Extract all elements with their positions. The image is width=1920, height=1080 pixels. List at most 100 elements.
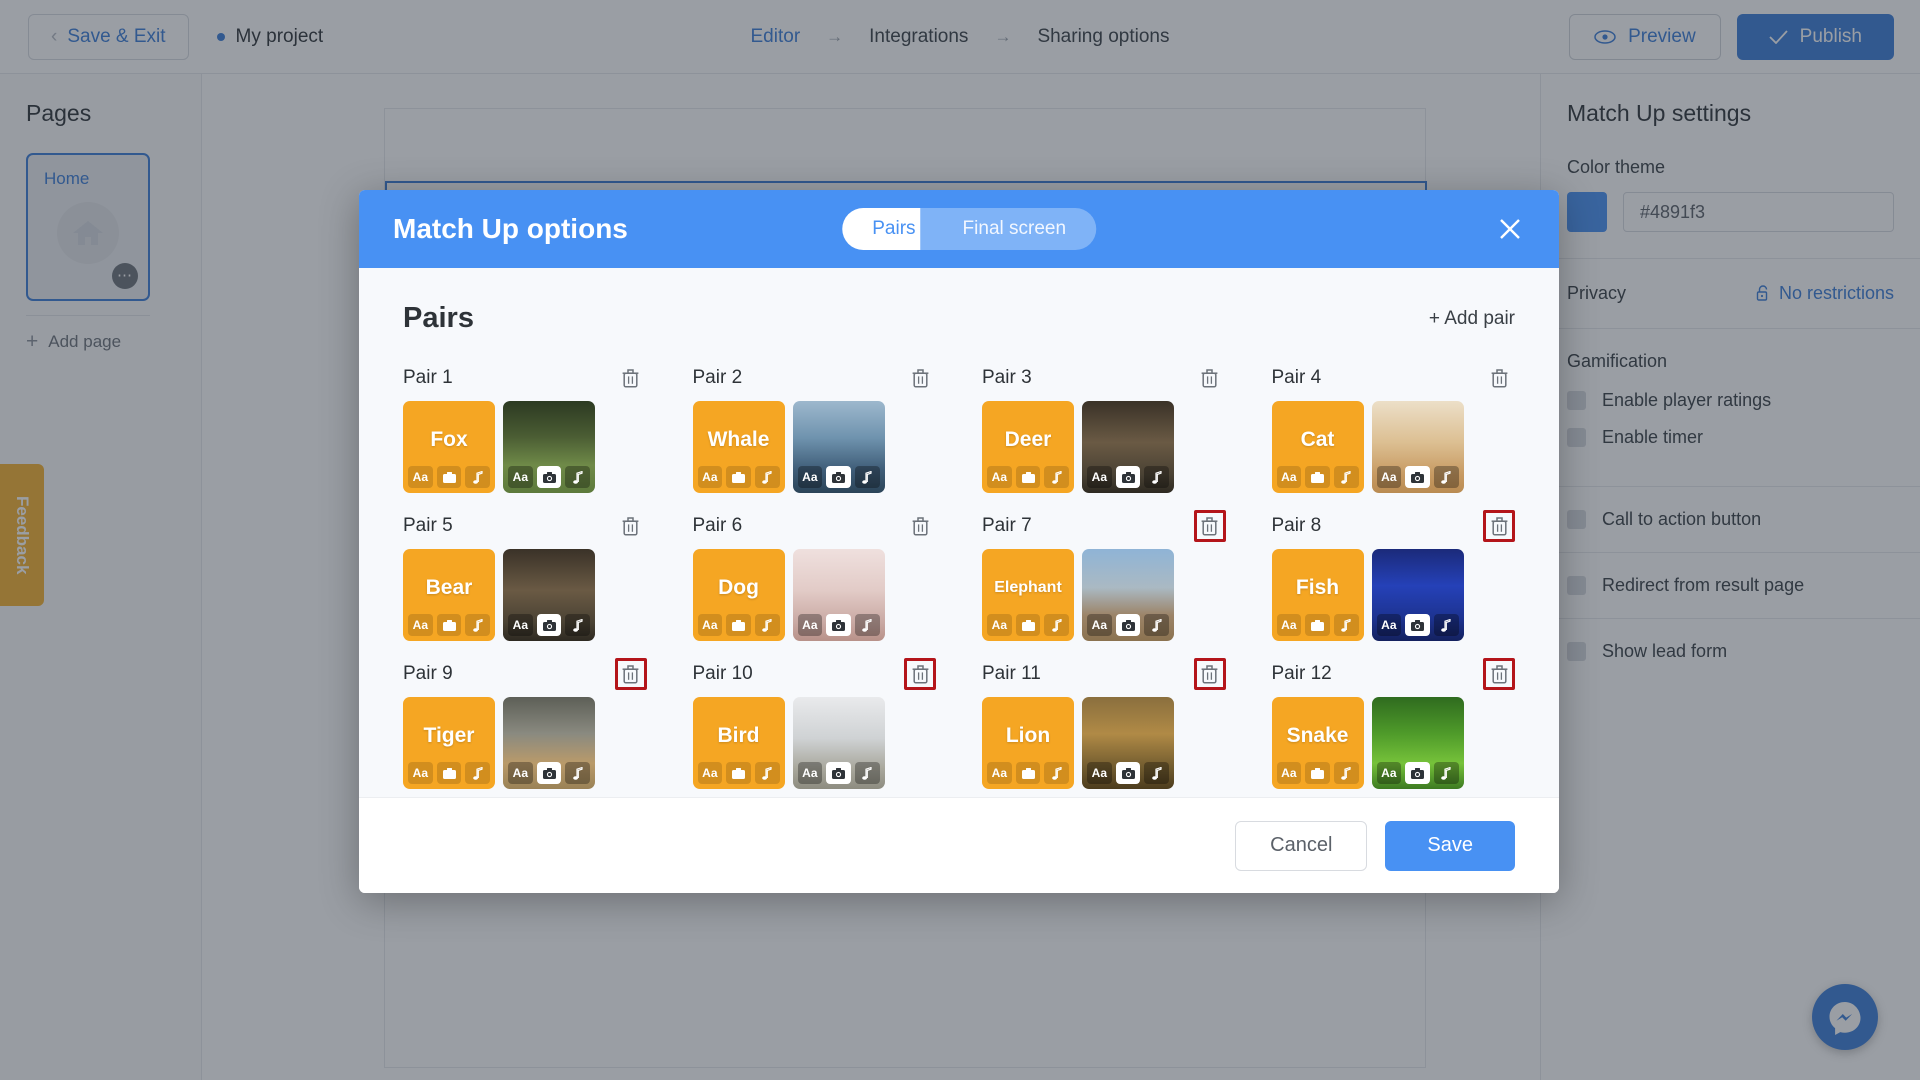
type-camera-icon[interactable] — [1305, 762, 1330, 784]
type-music-icon[interactable] — [1334, 762, 1359, 784]
type-camera-icon[interactable] — [537, 614, 562, 636]
delete-pair-icon[interactable] — [618, 513, 644, 539]
type-text-icon[interactable]: Aa — [698, 466, 723, 488]
pair-image-card[interactable]: Aa — [503, 401, 595, 493]
pair-image-card[interactable]: Aa — [793, 401, 885, 493]
type-music-icon[interactable] — [1044, 614, 1069, 636]
type-text-icon[interactable]: Aa — [1377, 762, 1402, 784]
delete-pair-icon[interactable] — [1486, 513, 1512, 539]
delete-pair-icon[interactable] — [907, 661, 933, 687]
type-text-icon[interactable]: Aa — [987, 466, 1012, 488]
pair-image-card[interactable]: Aa — [1082, 549, 1174, 641]
pair-word-card[interactable]: BirdAa — [693, 697, 785, 789]
delete-pair-icon[interactable] — [1486, 365, 1512, 391]
type-music-icon[interactable] — [465, 762, 490, 784]
type-camera-icon[interactable] — [1016, 466, 1041, 488]
type-camera-icon[interactable] — [1116, 762, 1141, 784]
pair-image-card[interactable]: Aa — [1082, 697, 1174, 789]
type-camera-icon[interactable] — [826, 614, 851, 636]
type-camera-icon[interactable] — [1305, 466, 1330, 488]
pair-image-card[interactable]: Aa — [1372, 401, 1464, 493]
type-music-icon[interactable] — [855, 614, 880, 636]
type-camera-icon[interactable] — [1016, 762, 1041, 784]
close-icon[interactable] — [1495, 214, 1525, 244]
pair-image-card[interactable]: Aa — [1082, 401, 1174, 493]
type-camera-icon[interactable] — [437, 614, 462, 636]
type-camera-icon[interactable] — [826, 762, 851, 784]
pair-word-card[interactable]: ElephantAa — [982, 549, 1074, 641]
type-text-icon[interactable]: Aa — [408, 762, 433, 784]
pair-word-card[interactable]: SnakeAa — [1272, 697, 1364, 789]
pair-word-card[interactable]: DeerAa — [982, 401, 1074, 493]
type-camera-icon[interactable] — [1405, 762, 1430, 784]
type-music-icon[interactable] — [1334, 466, 1359, 488]
type-text-icon[interactable]: Aa — [408, 466, 433, 488]
pair-image-card[interactable]: Aa — [1372, 549, 1464, 641]
type-music-icon[interactable] — [465, 614, 490, 636]
type-camera-icon[interactable] — [1116, 614, 1141, 636]
type-camera-icon[interactable] — [1305, 614, 1330, 636]
type-music-icon[interactable] — [1334, 614, 1359, 636]
pair-word-card[interactable]: FishAa — [1272, 549, 1364, 641]
pair-word-card[interactable]: FoxAa — [403, 401, 495, 493]
pair-word-card[interactable]: WhaleAa — [693, 401, 785, 493]
type-text-icon[interactable]: Aa — [408, 614, 433, 636]
type-text-icon[interactable]: Aa — [1277, 614, 1302, 636]
delete-pair-icon[interactable] — [1197, 661, 1223, 687]
type-camera-icon[interactable] — [1405, 614, 1430, 636]
type-music-icon[interactable] — [1144, 614, 1169, 636]
type-text-icon[interactable]: Aa — [508, 614, 533, 636]
delete-pair-icon[interactable] — [1486, 661, 1512, 687]
pair-word-card[interactable]: TigerAa — [403, 697, 495, 789]
type-music-icon[interactable] — [565, 614, 590, 636]
type-camera-icon[interactable] — [826, 466, 851, 488]
pair-image-card[interactable]: Aa — [1372, 697, 1464, 789]
pair-word-card[interactable]: LionAa — [982, 697, 1074, 789]
pair-word-card[interactable]: DogAa — [693, 549, 785, 641]
type-camera-icon[interactable] — [537, 762, 562, 784]
type-music-icon[interactable] — [1144, 466, 1169, 488]
pair-image-card[interactable]: Aa — [503, 697, 595, 789]
type-music-icon[interactable] — [755, 614, 780, 636]
type-text-icon[interactable]: Aa — [508, 762, 533, 784]
step-final-screen[interactable]: Final screen — [921, 208, 1097, 250]
pair-image-card[interactable]: Aa — [793, 549, 885, 641]
type-text-icon[interactable]: Aa — [508, 466, 533, 488]
type-camera-icon[interactable] — [537, 466, 562, 488]
type-text-icon[interactable]: Aa — [798, 762, 823, 784]
type-music-icon[interactable] — [565, 466, 590, 488]
pair-word-card[interactable]: BearAa — [403, 549, 495, 641]
type-camera-icon[interactable] — [726, 614, 751, 636]
pair-image-card[interactable]: Aa — [793, 697, 885, 789]
type-camera-icon[interactable] — [726, 762, 751, 784]
type-music-icon[interactable] — [855, 762, 880, 784]
type-text-icon[interactable]: Aa — [1087, 762, 1112, 784]
type-camera-icon[interactable] — [437, 762, 462, 784]
pair-image-card[interactable]: Aa — [503, 549, 595, 641]
type-music-icon[interactable] — [755, 466, 780, 488]
type-music-icon[interactable] — [465, 466, 490, 488]
type-music-icon[interactable] — [1144, 762, 1169, 784]
type-text-icon[interactable]: Aa — [798, 614, 823, 636]
type-camera-icon[interactable] — [726, 466, 751, 488]
type-music-icon[interactable] — [1044, 762, 1069, 784]
cancel-button[interactable]: Cancel — [1235, 821, 1367, 871]
save-button[interactable]: Save — [1385, 821, 1515, 871]
delete-pair-icon[interactable] — [907, 513, 933, 539]
type-text-icon[interactable]: Aa — [698, 762, 723, 784]
type-camera-icon[interactable] — [1116, 466, 1141, 488]
type-text-icon[interactable]: Aa — [1087, 614, 1112, 636]
type-text-icon[interactable]: Aa — [698, 614, 723, 636]
type-music-icon[interactable] — [855, 466, 880, 488]
pair-word-card[interactable]: CatAa — [1272, 401, 1364, 493]
delete-pair-icon[interactable] — [1197, 513, 1223, 539]
type-text-icon[interactable]: Aa — [1087, 466, 1112, 488]
delete-pair-icon[interactable] — [907, 365, 933, 391]
add-pair-button[interactable]: + Add pair — [1429, 308, 1515, 330]
type-music-icon[interactable] — [1434, 762, 1459, 784]
type-music-icon[interactable] — [755, 762, 780, 784]
type-music-icon[interactable] — [1434, 466, 1459, 488]
type-text-icon[interactable]: Aa — [1277, 466, 1302, 488]
type-text-icon[interactable]: Aa — [1277, 762, 1302, 784]
type-music-icon[interactable] — [565, 762, 590, 784]
